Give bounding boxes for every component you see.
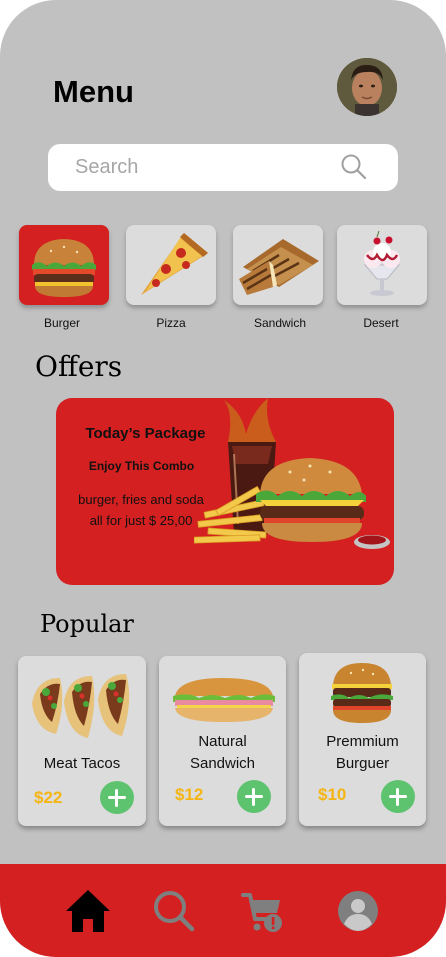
add-to-cart-button[interactable] (100, 781, 134, 814)
pizza-image (141, 233, 208, 295)
desert-image (363, 230, 401, 296)
offer-description-line1: burger, fries and soda (78, 492, 204, 507)
offers-heading: Offers (35, 350, 123, 383)
burger-image (32, 239, 96, 297)
profile-icon[interactable] (334, 887, 382, 935)
food-name: Natural Sandwich (159, 731, 286, 775)
food-price: $22 (34, 788, 63, 807)
cart-icon[interactable] (240, 887, 288, 935)
category-label-desert: Desert (363, 316, 399, 330)
add-to-cart-button[interactable] (381, 780, 415, 813)
category-burger[interactable] (19, 225, 109, 305)
page-title: Menu (53, 74, 134, 109)
add-to-cart-button[interactable] (237, 780, 271, 813)
food-name-line1: Natural (198, 733, 247, 750)
category-sandwich[interactable] (233, 225, 323, 305)
offer-title: Today’s Package (85, 425, 206, 442)
food-price: $10 (318, 785, 347, 804)
food-price: $12 (175, 785, 204, 804)
food-card-natural-sandwich[interactable]: Natural Sandwich $12 (159, 656, 286, 826)
search-input[interactable] (75, 154, 325, 181)
category-desert[interactable] (337, 225, 427, 305)
food-card-meat-tacos[interactable]: Meat Tacos $22 (18, 656, 146, 826)
popular-heading: Popular (40, 610, 134, 638)
food-name-line1: Premmium (326, 733, 399, 750)
category-label-pizza: Pizza (156, 316, 186, 330)
offer-description-line2: all for just $ 25,00 (89, 513, 193, 528)
combo-image (194, 398, 390, 549)
tacos-image (32, 674, 130, 738)
offer-banner[interactable]: Today’s Package Enjoy This Combo burger,… (56, 398, 394, 585)
category-label-burger: Burger (43, 316, 81, 330)
avatar[interactable] (337, 58, 397, 116)
food-name: Meat Tacos (18, 753, 146, 775)
search-icon[interactable] (150, 887, 198, 935)
offer-description: burger, fries and soda all for just $ 25… (70, 489, 212, 531)
food-name-line2: Burguer (335, 755, 390, 772)
food-name-line1: Meat Tacos (43, 755, 121, 772)
food-name-line2: Sandwich (189, 755, 256, 772)
app-screen: Menu Search Burger Pizza Sandwich Desert… (0, 0, 446, 957)
burger-image (331, 663, 393, 723)
food-card-premmium-burguer[interactable]: Premmium Burguer $10 (299, 653, 426, 826)
sandwich-roll-image (173, 678, 275, 722)
home-icon[interactable] (64, 887, 112, 935)
search-icon[interactable] (340, 153, 368, 181)
category-pizza[interactable] (126, 225, 216, 305)
offer-subtitle: Enjoy This Combo (88, 459, 195, 473)
sandwich-image (239, 239, 319, 295)
food-name: Premmium Burguer (299, 731, 426, 775)
category-label-sandwich: Sandwich (253, 316, 307, 330)
